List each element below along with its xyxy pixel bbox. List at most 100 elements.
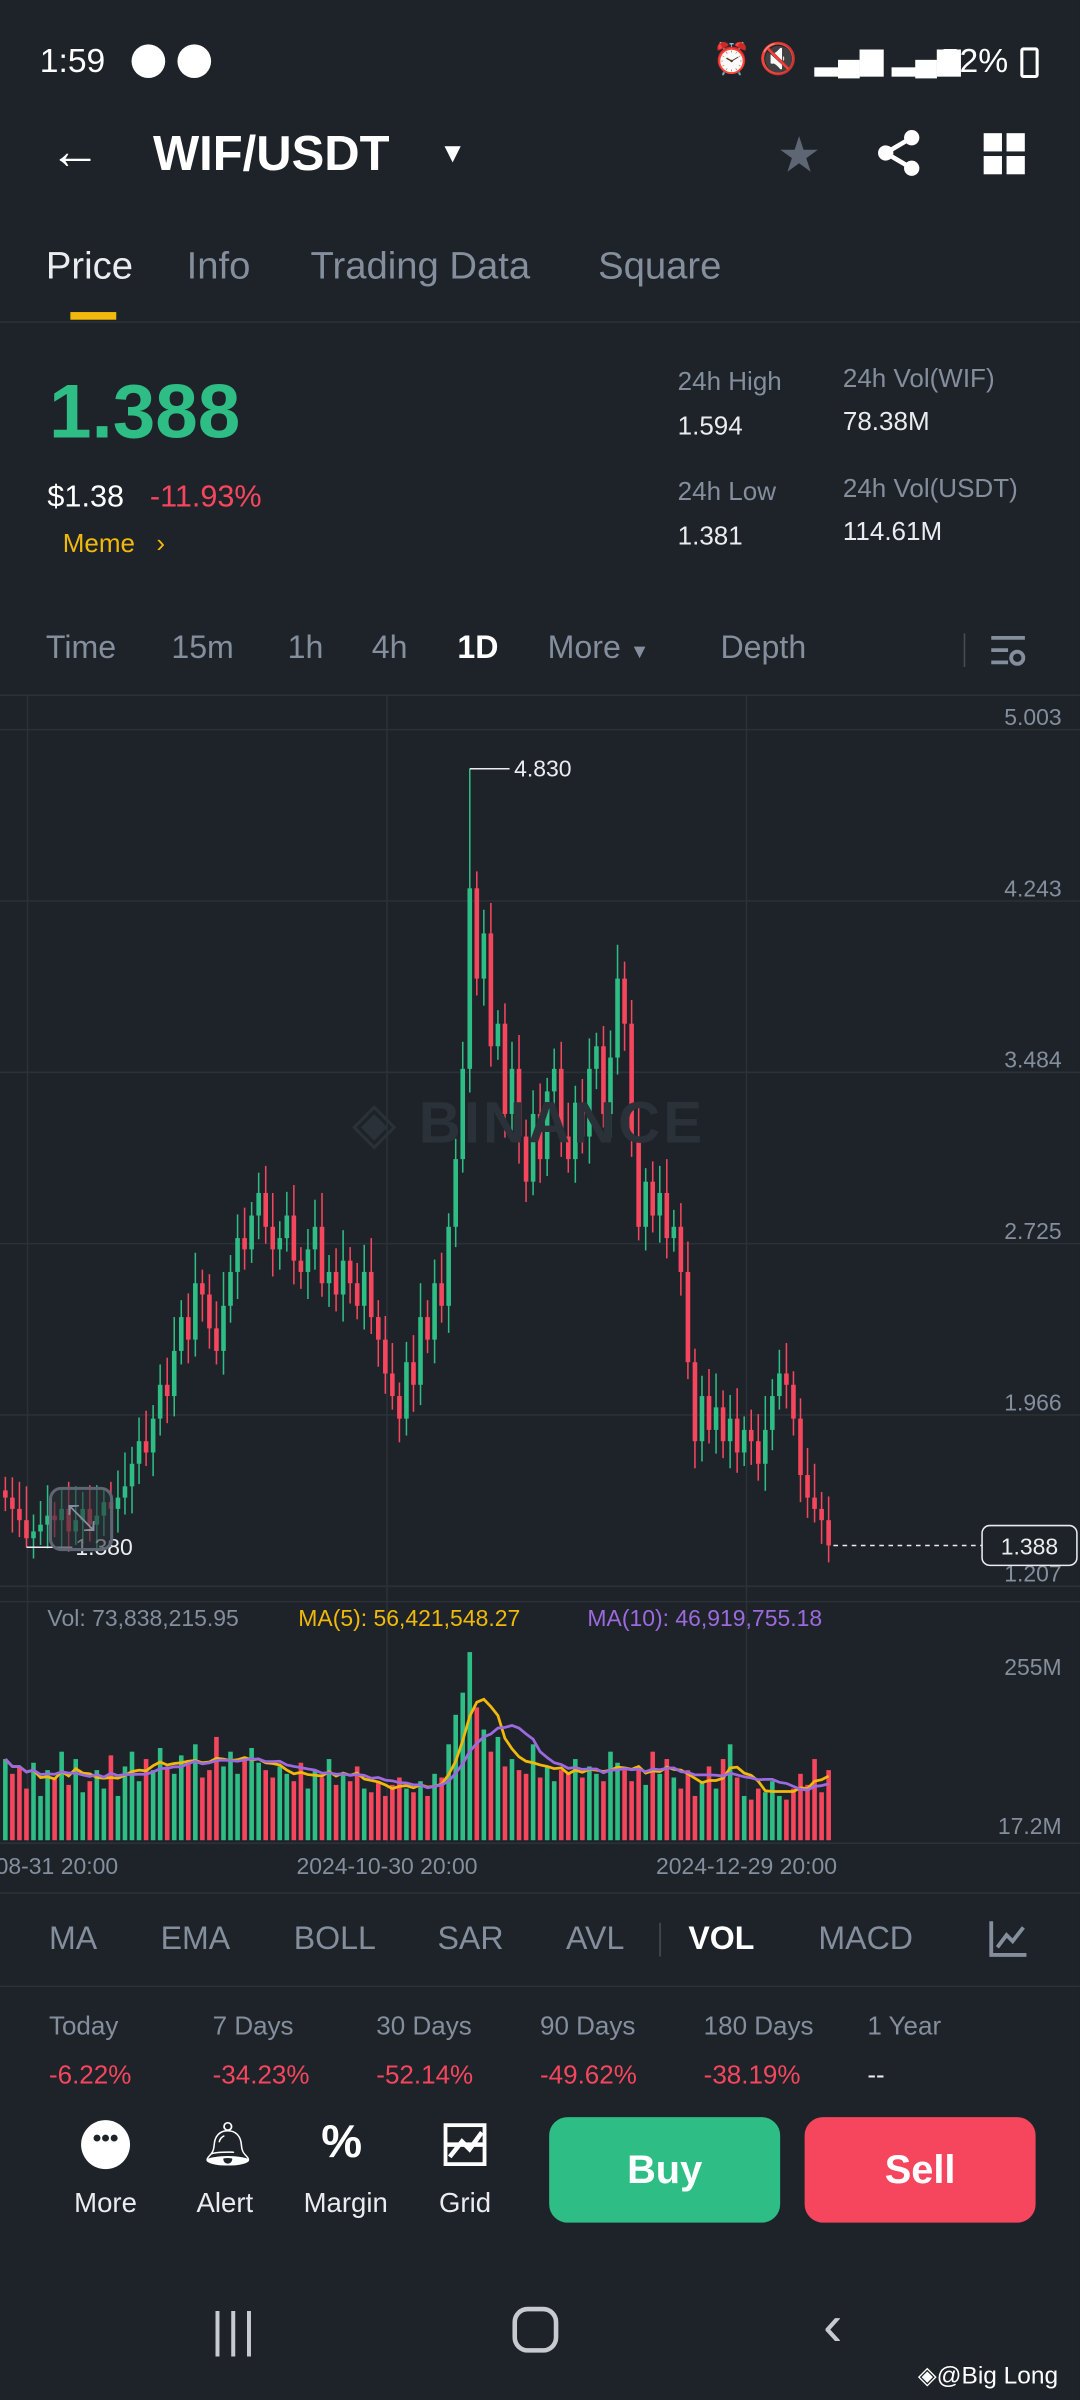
bell-icon[interactable]: 🔔︎ [200,2119,254,2169]
volume-bar [80,1792,86,1841]
more-button[interactable]: ••• [60,2120,131,2170]
candle-body [481,933,487,979]
tag-meme-link[interactable]: Meme › [63,529,165,560]
candle-body [748,1429,754,1442]
volume-bar [474,1707,480,1841]
candle-body [347,1260,353,1284]
volume-bar [390,1784,395,1841]
star-icon[interactable]: ★ [777,125,821,183]
interval-depth[interactable]: Depth [720,630,806,667]
app-screen: 1:59 ⏰ 🔇 ︎ ▂▄▆ ▂▄▆ 52% ← WIF/USDT ▼ ★ Pr… [0,0,1080,2400]
sell-button[interactable]: Sell [804,2117,1036,2223]
interval-1d[interactable]: 1D [457,630,498,667]
volume-bar [291,1781,297,1841]
back-arrow-icon[interactable]: ← [49,122,101,182]
grid-label[interactable]: Grid [419,2187,511,2219]
more-label[interactable]: More [60,2187,152,2219]
indicator-ema[interactable]: EMA [161,1921,231,1958]
candle-body [242,1238,247,1250]
indicator-sar[interactable]: SAR [437,1921,503,1958]
grid-trading-icon[interactable] [443,2123,487,2167]
volume-bar [636,1766,641,1841]
tab-trading-data[interactable]: Trading Data [311,245,531,289]
candle-body [495,1023,501,1047]
low-label: 24h Low [677,477,776,507]
interval-time[interactable]: Time [46,630,116,667]
indicator-boll[interactable]: BOLL [294,1921,376,1958]
max-price-label: 4.830 [514,755,571,781]
indicator-macd[interactable]: MACD [818,1921,913,1958]
perf-value: -6.22% [48,2060,132,2090]
recent-apps-icon[interactable]: ||| [211,2302,258,2359]
indicator-avl[interactable]: AVL [566,1921,624,1958]
interval-4h[interactable]: 4h [372,630,408,667]
volume-bar [59,1751,64,1841]
margin-icon[interactable]: % [321,2117,362,2169]
volume-bar [777,1795,782,1841]
candle-body [354,1283,360,1306]
candlestick-chart[interactable]: 5.0034.2433.4842.7251.9661.2074.8301.380… [0,696,1080,1889]
indicator-ma[interactable]: MA [49,1921,97,1958]
margin-label[interactable]: Margin [298,2187,393,2219]
candle-body [678,1226,684,1272]
buy-button[interactable]: Buy [549,2117,781,2223]
candle-body [411,1362,416,1385]
volume-bar [108,1755,114,1841]
candle-body [178,1317,184,1351]
share-icon[interactable] [875,128,924,177]
candle-body [488,933,494,1047]
volume-bar [249,1747,254,1841]
fullscreen-expand-icon[interactable]: ⤡ [48,1486,114,1552]
volume-bar [270,1777,276,1841]
volume-bar [826,1770,831,1841]
volume-bar [305,1788,311,1841]
indicator-settings-icon[interactable] [988,1918,1028,1958]
indicator-vol[interactable]: VOL [688,1921,754,1958]
interval-1h[interactable]: 1h [288,630,324,667]
chart-settings-icon[interactable] [990,632,1027,669]
tab-info[interactable]: Info [187,245,251,289]
candle-body [671,1226,677,1239]
volume-bar [361,1788,367,1841]
candle-body [404,1362,409,1419]
volume-bar [418,1781,423,1841]
pair-title[interactable]: WIF/USDT [153,125,390,182]
volume-bar [24,1788,29,1841]
candle-body [221,1305,226,1351]
perf-label: 30 Days [376,2011,472,2041]
candle-body [122,1486,128,1498]
tab-indicator [70,312,117,320]
interval-more[interactable]: More ▼ [548,630,650,667]
perf-value: -38.19% [703,2060,801,2090]
candle-body [319,1226,325,1284]
volume-bar [509,1759,515,1841]
candle-body [643,1181,648,1227]
volume-bar [38,1795,43,1841]
divider [0,1985,1080,1988]
home-icon[interactable] [512,2306,559,2353]
back-nav-icon[interactable]: ‹ [823,2295,842,2361]
volume-bar [727,1744,733,1841]
candle-body [333,1271,339,1295]
vol-legend: Vol: 73,838,215.95 [47,1606,239,1633]
volume-bar [31,1762,36,1841]
volume-bar [200,1777,205,1841]
interval-15m[interactable]: 15m [171,630,234,667]
tab-square[interactable]: Square [598,245,721,289]
caret-down-icon[interactable]: ▼ [439,138,466,170]
candle-body [474,888,480,979]
volume-bar [333,1784,339,1841]
grid-menu-icon[interactable] [983,133,1025,175]
tab-price[interactable]: Price [46,245,133,289]
candle-body [136,1441,142,1464]
candle-body [727,1418,733,1442]
candle-body [312,1226,318,1250]
messenger-icon [177,44,212,79]
volume-bar [376,1781,381,1841]
low-value: 1.381 [677,521,743,551]
watermark-text: BINANCE [418,1092,706,1157]
alert-label[interactable]: Alert [179,2187,271,2219]
candle-body [425,1317,430,1340]
binance-watermark: ◈ BINANCE [351,1092,706,1157]
candle-body [770,1396,775,1430]
